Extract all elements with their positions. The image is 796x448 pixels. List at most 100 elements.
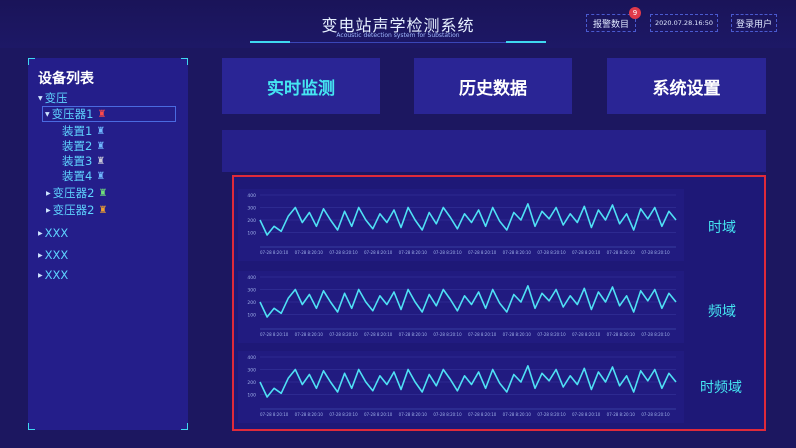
time-freq-domain-label: 时频域 xyxy=(700,380,742,396)
tree-node-label: XXX xyxy=(44,226,69,240)
x-tick-label: 07-28 8:20:10 xyxy=(364,412,393,417)
x-tick-label: 07-28 8:20:10 xyxy=(641,332,670,337)
x-tick-label: 07-28 8:20:10 xyxy=(433,250,462,255)
alarm-light-icon: ♜ xyxy=(96,140,106,152)
x-tick-label: 07-28 8:20:10 xyxy=(503,250,532,255)
x-tick-label: 07-28 8:20:10 xyxy=(364,332,393,337)
y-tick-label: 100 xyxy=(247,231,256,237)
alarm-light-icon: ♜ xyxy=(97,108,107,120)
chart-panel: 400 300 200 100 07-28 8:20:10 07-28 8:20:10 07… xyxy=(232,175,766,431)
x-tick-label: 07-28 8:20:10 xyxy=(399,412,428,417)
x-tick-label: 07-28 8:20:10 xyxy=(364,250,393,255)
caret-right-icon: ▶ xyxy=(38,229,43,237)
alarm-light-icon: ♜ xyxy=(96,155,106,167)
tree-node-label: 变压器2 xyxy=(52,203,95,217)
x-tick-label: 07-28 8:20:10 xyxy=(607,332,636,337)
alarm-label: 报警数目 xyxy=(592,19,629,30)
x-tick-label: 07-28 8:20:10 xyxy=(537,250,566,255)
y-tick-label: 300 xyxy=(247,288,256,294)
tree-node-label: 变压器2 xyxy=(52,186,95,200)
device-list-panel: 设备列表 ▼ 变压 ▼ 变压器1 ♜ 装置1 ♜ 装置2 ♜ 装置3 ♜ 装置4… xyxy=(28,58,188,430)
x-tick-label: 07-28 8:20:10 xyxy=(329,332,358,337)
corner-decoration xyxy=(181,58,188,65)
datetime-display: 2020.07.28.16:50 xyxy=(650,14,718,32)
x-tick-label: 07-28 8:20:10 xyxy=(295,250,324,255)
y-tick-label: 400 xyxy=(247,275,256,281)
y-tick-label: 400 xyxy=(247,193,256,199)
x-tick-label: 07-28 8:20:10 xyxy=(468,412,497,417)
device-list-title: 设备列表 xyxy=(38,71,94,87)
alarm-count-button[interactable]: 报警数目 9 xyxy=(586,7,641,32)
time-domain-label: 时域 xyxy=(708,220,736,236)
tree-node-label: 装置1 xyxy=(62,124,93,138)
caret-right-icon: ▶ xyxy=(46,189,51,197)
line-chart-3: 400 300 200 100 07-28 8:20:10 07-28 8:20:10 07… xyxy=(238,351,684,423)
tree-node-label: 装置3 xyxy=(62,154,93,168)
x-tick-label: 07-28 8:20:10 xyxy=(260,250,289,255)
login-user-button[interactable]: 登录用户 xyxy=(731,14,777,32)
charts-svg: 400 300 200 100 07-28 8:20:10 07-28 8:20:10 07… xyxy=(238,189,684,423)
tree-node-root[interactable]: ▼ 变压 xyxy=(38,90,68,106)
tree-node-label: 装置2 xyxy=(62,139,93,153)
x-tick-label: 07-28 8:20:10 xyxy=(572,412,601,417)
caret-right-icon: ▶ xyxy=(38,251,43,259)
freq-domain-label: 频域 xyxy=(708,304,736,320)
x-tick-label: 07-28 8:20:10 xyxy=(607,412,636,417)
tree-node-device4[interactable]: 装置4 ♜ xyxy=(62,168,105,184)
tab-realtime[interactable]: 实时监测 xyxy=(222,58,380,114)
corner-decoration xyxy=(28,58,35,65)
y-tick-label: 200 xyxy=(247,380,256,386)
x-tick-label: 07-28 8:20:10 xyxy=(329,412,358,417)
tree-node-label: 变压器1 xyxy=(51,107,94,121)
x-tick-label: 07-28 8:20:10 xyxy=(295,412,324,417)
x-tick-label: 07-28 8:20:10 xyxy=(433,332,462,337)
y-tick-label: 200 xyxy=(247,218,256,224)
x-tick-label: 07-28 8:20:10 xyxy=(399,332,428,337)
tree-node-transformer1[interactable]: ▼ 变压器1 ♜ xyxy=(42,106,176,122)
x-tick-label: 07-28 8:20:10 xyxy=(260,332,289,337)
x-tick-label: 07-28 8:20:10 xyxy=(503,412,532,417)
x-tick-label: 07-28 8:20:10 xyxy=(641,250,670,255)
info-strip xyxy=(222,130,766,172)
x-tick-label: 07-28 8:20:10 xyxy=(537,412,566,417)
tree-node-transformer2b[interactable]: ▶ 变压器2 ♜ xyxy=(46,202,107,218)
x-tick-label: 07-28 8:20:10 xyxy=(572,250,601,255)
y-tick-label: 100 xyxy=(247,393,256,399)
caret-right-icon: ▶ xyxy=(46,206,51,214)
tree-node-label: XXX xyxy=(44,248,69,262)
caret-down-icon: ▼ xyxy=(38,94,43,102)
alarm-light-icon: ♜ xyxy=(96,170,106,182)
x-tick-label: 07-28 8:20:10 xyxy=(433,412,462,417)
caret-right-icon: ▶ xyxy=(38,271,43,279)
corner-decoration xyxy=(181,423,188,430)
tab-settings[interactable]: 系统设置 xyxy=(607,58,766,114)
x-tick-label: 07-28 8:20:10 xyxy=(503,332,532,337)
alarm-badge: 9 xyxy=(629,7,641,19)
tree-node-device3[interactable]: 装置3 ♜ xyxy=(62,153,105,169)
y-tick-label: 300 xyxy=(247,206,256,212)
tree-node-device2[interactable]: 装置2 ♜ xyxy=(62,138,105,154)
tab-history[interactable]: 历史数据 xyxy=(414,58,572,114)
x-tick-label: 07-28 8:20:10 xyxy=(537,332,566,337)
tree-node-other2[interactable]: ▶ XXX xyxy=(38,248,68,262)
alarm-light-icon: ♜ xyxy=(96,125,106,137)
y-tick-label: 400 xyxy=(247,355,256,361)
alarm-light-icon: ♜ xyxy=(98,187,108,199)
tree-node-other3[interactable]: ▶ XXX xyxy=(38,268,68,282)
line-chart-1: 400 300 200 100 07-28 8:20:10 07-28 8:20:10 07… xyxy=(238,189,684,261)
tree-node-transformer2a[interactable]: ▶ 变压器2 ♜ xyxy=(46,185,107,201)
y-tick-label: 100 xyxy=(247,313,256,319)
x-tick-label: 07-28 8:20:10 xyxy=(295,332,324,337)
tree-node-label: 装置4 xyxy=(62,169,93,183)
tree-node-other1[interactable]: ▶ XXX xyxy=(38,226,68,240)
y-tick-label: 200 xyxy=(247,300,256,306)
tree-node-label: XXX xyxy=(44,268,69,282)
x-tick-label: 07-28 8:20:10 xyxy=(260,412,289,417)
tree-node-label: 变压 xyxy=(44,91,68,105)
alarm-light-icon: ♜ xyxy=(98,204,108,216)
line-chart-2: 400 300 200 100 07-28 8:20:10 07-28 8:20:10 07… xyxy=(238,271,684,343)
corner-decoration xyxy=(28,423,35,430)
tree-node-device1[interactable]: 装置1 ♜ xyxy=(62,123,105,139)
app-subtitle: Acoustic detection system for Substation xyxy=(336,32,460,39)
x-tick-label: 07-28 8:20:10 xyxy=(329,250,358,255)
